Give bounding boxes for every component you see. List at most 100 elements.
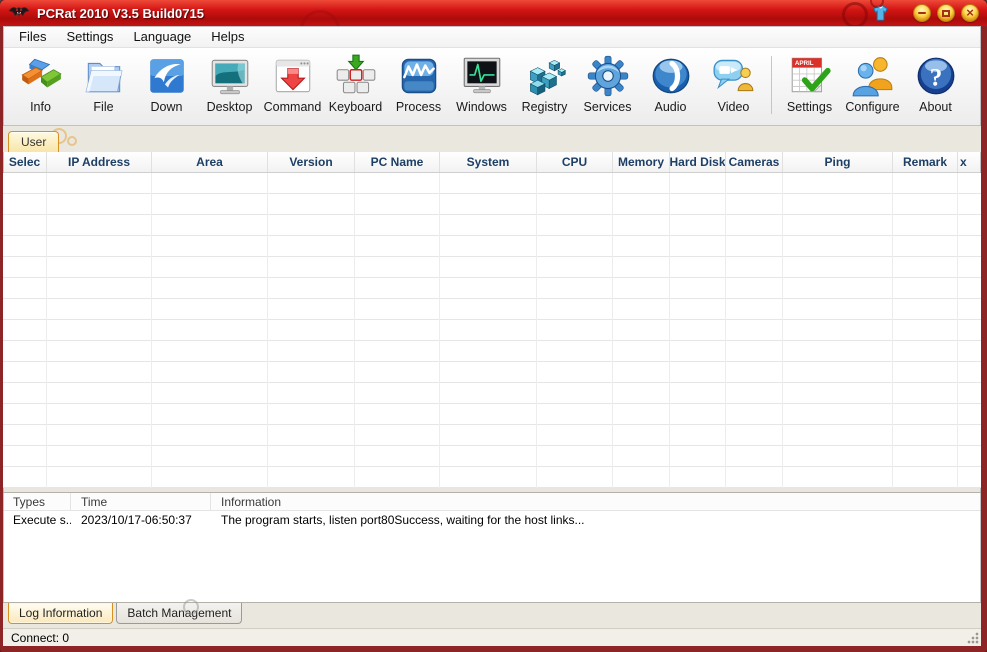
minimize-button[interactable] xyxy=(913,4,931,22)
toolbar-button-command[interactable]: Command xyxy=(261,52,324,122)
host-table-header: Selec IP Address Area Version PC Name Sy… xyxy=(3,152,981,173)
info-icon xyxy=(18,53,64,99)
tab-log-information[interactable]: Log Information xyxy=(8,603,113,624)
toolbar-button-windows[interactable]: Windows xyxy=(450,52,513,122)
toolbar-separator xyxy=(771,56,772,114)
view-tab-bar: User xyxy=(3,126,981,152)
maximize-button[interactable] xyxy=(937,4,955,22)
command-icon xyxy=(270,53,316,99)
log-row[interactable]: Execute s... 2023/10/17-06:50:37 The pro… xyxy=(3,511,981,529)
minimize-icon xyxy=(918,12,926,14)
toolbar-label: Settings xyxy=(787,100,832,114)
statusbar: Connect: 0 xyxy=(3,628,981,646)
toolbar-label: File xyxy=(93,100,113,114)
toolbar-button-audio[interactable]: Audio xyxy=(639,52,702,122)
toolbar-label: Registry xyxy=(522,100,568,114)
toolbar-button-info[interactable]: Info xyxy=(9,52,72,122)
toolbar-button-desktop[interactable]: Desktop xyxy=(198,52,261,122)
toolbar-label: Video xyxy=(718,100,750,114)
log-panel: Types Time Information Execute s... 2023… xyxy=(3,492,981,603)
toolbar-button-process[interactable]: Process xyxy=(387,52,450,122)
keyboard-icon xyxy=(333,53,379,99)
resize-grip[interactable] xyxy=(966,631,979,644)
column-header-memory[interactable]: Memory xyxy=(613,152,670,172)
toolbar-button-registry[interactable]: Registry xyxy=(513,52,576,122)
menu-item-settings[interactable]: Settings xyxy=(56,27,123,46)
toolbar-label: Process xyxy=(396,100,441,114)
configure-users-icon xyxy=(850,53,896,99)
toolbar-button-configure[interactable]: Configure xyxy=(841,52,904,122)
maximize-icon xyxy=(942,10,950,17)
log-header: Types Time Information xyxy=(3,493,981,511)
toolbar-label: Services xyxy=(584,100,632,114)
grid-column xyxy=(268,173,355,488)
column-header-system[interactable]: System xyxy=(440,152,537,172)
toolbar-button-services[interactable]: Services xyxy=(576,52,639,122)
bottom-tab-bar: Log Information Batch Management xyxy=(3,603,981,628)
grid-column xyxy=(440,173,537,488)
menu-item-files[interactable]: Files xyxy=(9,27,56,46)
window-controls: × xyxy=(913,4,979,22)
settings-calendar-icon: APRIL xyxy=(787,53,833,99)
process-icon xyxy=(396,53,442,99)
skin-button[interactable] xyxy=(869,2,891,24)
close-button[interactable]: × xyxy=(961,4,979,22)
grid-column xyxy=(47,173,152,488)
audio-icon xyxy=(648,53,694,99)
menu-item-helps[interactable]: Helps xyxy=(201,27,254,46)
toolbar-button-file[interactable]: File xyxy=(72,52,135,122)
log-column-types[interactable]: Types xyxy=(3,493,71,510)
column-header-ping[interactable]: Ping xyxy=(783,152,893,172)
host-table-body xyxy=(3,173,981,488)
toolbar-button-about[interactable]: ? About xyxy=(904,52,967,122)
services-icon xyxy=(585,53,631,99)
column-header-clipped[interactable]: x xyxy=(958,152,981,172)
tab-batch-management[interactable]: Batch Management xyxy=(116,603,242,624)
toolbar-label: Desktop xyxy=(207,100,253,114)
folder-icon xyxy=(81,53,127,99)
log-column-time[interactable]: Time xyxy=(71,493,211,510)
log-cell-types: Execute s... xyxy=(3,511,71,529)
windows-icon xyxy=(459,53,505,99)
toolbar-label: Audio xyxy=(655,100,687,114)
registry-icon xyxy=(522,53,568,99)
toolbar-label: Down xyxy=(151,100,183,114)
column-header-cameras[interactable]: Cameras xyxy=(726,152,783,172)
column-header-version[interactable]: Version xyxy=(268,152,355,172)
titlebar[interactable]: PCRat 2010 V3.5 Build0715 × xyxy=(0,0,987,26)
toolbar-label: About xyxy=(919,100,952,114)
toolbar-button-video[interactable]: Video xyxy=(702,52,765,122)
log-column-information[interactable]: Information xyxy=(211,493,981,510)
column-header-cpu[interactable]: CPU xyxy=(537,152,613,172)
toolbar-button-keyboard[interactable]: Keyboard xyxy=(324,52,387,122)
menu-item-language[interactable]: Language xyxy=(123,27,201,46)
grid-column xyxy=(893,173,958,488)
connect-count: Connect: 0 xyxy=(11,631,69,645)
column-header-ip-address[interactable]: IP Address xyxy=(47,152,152,172)
calendar-month-text: APRIL xyxy=(794,60,813,67)
column-header-area[interactable]: Area xyxy=(152,152,268,172)
shirt-icon xyxy=(870,3,891,24)
column-header-hard-disk[interactable]: Hard Disk xyxy=(670,152,726,172)
log-cell-time: 2023/10/17-06:50:37 xyxy=(71,511,211,529)
toolbar-label: Keyboard xyxy=(329,100,383,114)
bat-icon xyxy=(8,4,30,22)
grid-column xyxy=(537,173,613,488)
grid-column xyxy=(3,173,47,488)
about-icon: ? xyxy=(913,53,959,99)
grid-column xyxy=(958,173,981,488)
app-window: PCRat 2010 V3.5 Build0715 × Files Settin… xyxy=(0,0,987,652)
desktop-icon xyxy=(207,53,253,99)
menubar: Files Settings Language Helps xyxy=(3,26,981,48)
toolbar-label: Windows xyxy=(456,100,507,114)
download-icon xyxy=(144,53,190,99)
grid-column xyxy=(726,173,783,488)
toolbar-button-settings[interactable]: APRIL Settings xyxy=(778,52,841,122)
column-header-pc-name[interactable]: PC Name xyxy=(355,152,440,172)
column-header-remark[interactable]: Remark xyxy=(893,152,958,172)
grid-column xyxy=(670,173,726,488)
column-header-select[interactable]: Selec xyxy=(3,152,47,172)
toolbar-label: Configure xyxy=(845,100,899,114)
toolbar-button-down[interactable]: Down xyxy=(135,52,198,122)
tab-user[interactable]: User xyxy=(8,131,59,152)
